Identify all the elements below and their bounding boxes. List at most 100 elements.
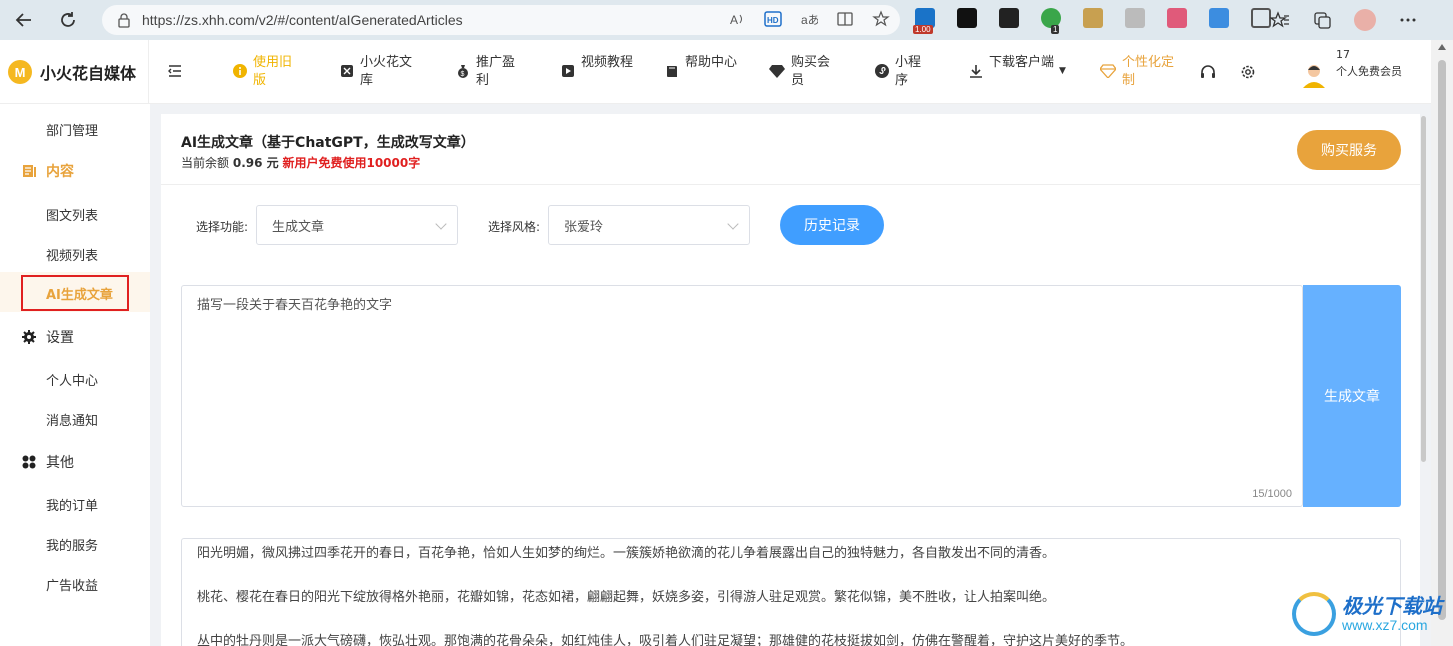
document-icon [23,165,36,177]
address-bar[interactable]: https://zs.xhh.com/v2/#/content/aIGenera… [102,5,900,35]
sidebar-item-ad-revenue[interactable]: 广告收益 [46,575,98,594]
sidebar-item-notifications[interactable]: 消息通知 [46,410,98,429]
sidebar-item-department[interactable]: 部门管理 [46,120,98,139]
nav-video-tutorial[interactable]: 视频教程 [561,54,637,78]
split-screen-icon[interactable] [836,10,854,28]
favorites-icon[interactable] [1270,10,1290,30]
page-scroll-thumb[interactable] [1438,60,1446,620]
result-paragraph: 阳光明媚，微风拂过四季花开的春日，百花争艳，恰如人生如梦的绚烂。一簇簇娇艳欲滴的… [197,546,1056,561]
nav-old-version[interactable]: 使用旧版 [233,54,297,90]
watermark-url: www.xz7.com [1342,617,1428,633]
menu-toggle-button[interactable] [168,64,182,82]
mini-program-icon [875,64,889,78]
watermark-logo-icon [1292,592,1336,636]
settings-button[interactable] [1240,64,1256,84]
back-button[interactable] [10,6,38,34]
style-select[interactable]: 张爱玲 [548,205,750,245]
style-label: 选择风格: [488,220,541,234]
read-aloud-icon[interactable]: A [728,10,746,28]
content-scroll-thumb[interactable] [1421,116,1426,462]
hd-icon[interactable]: HD [764,10,782,28]
extensions-puzzle-icon[interactable] [1251,8,1271,28]
nav-promotion[interactable]: $ 推广盈利 [456,54,520,90]
function-select[interactable]: 生成文章 [256,205,458,245]
extension-image-icon[interactable] [1083,8,1103,28]
collections-icon[interactable] [1312,10,1332,30]
customer-service-button[interactable] [1200,64,1216,84]
sidebar-group-content[interactable]: 内容 [22,161,74,181]
extension-shield-icon[interactable]: 1 [1041,8,1061,34]
sidebar-item-profile[interactable]: 个人中心 [46,370,98,389]
user-level: 个人免费会员 [1336,65,1402,78]
card-header: AI生成文章（基于ChatGPT，生成改写文章） 当前余额 0.96 元 新用户… [161,114,1420,185]
user-menu[interactable]: 17 个人免费会员 [1300,46,1416,88]
sidebar-item-orders[interactable]: 我的订单 [46,495,98,514]
content-scrollbar[interactable] [1420,114,1428,646]
nav-buy-membership[interactable]: 购买会员 [769,54,835,90]
page-title: AI生成文章（基于ChatGPT，生成改写文章） [181,135,475,151]
logo[interactable]: M 小火花自媒体 [8,60,136,84]
main-content: AI生成文章（基于ChatGPT，生成改写文章） 当前余额 0.96 元 新用户… [161,114,1420,646]
svg-text:$: $ [461,71,465,78]
library-icon [341,65,353,77]
chevron-down-icon [727,218,739,230]
chevron-down-icon: ▼ [1059,66,1066,76]
menu-fold-icon [168,65,181,77]
balance-value: 0.96 元 [232,156,279,170]
sidebar-item-articles[interactable]: 图文列表 [46,205,98,224]
reload-button[interactable] [54,6,82,34]
nav-download-client[interactable]: 下载客户端 ▼ [969,54,1066,80]
logo-text: 小火花自媒体 [40,64,137,83]
page-scrollbar[interactable] [1431,40,1453,646]
gear-icon [22,330,36,344]
scroll-up-icon[interactable] [1438,44,1446,50]
extension-owl-icon[interactable] [957,8,977,28]
nav-customization[interactable]: 个性化定制 [1100,54,1178,90]
buy-service-button[interactable]: 购买服务 [1297,130,1401,170]
arrow-left-icon [15,13,31,27]
svg-text:aあ: aあ [801,13,818,27]
extension-picture-icon[interactable] [1209,8,1229,28]
result-paragraph: 丛中的牡丹则是一派大气磅礴，恢弘壮观。那饱满的花骨朵朵，如红炖佳人，吸引着人们驻… [197,634,1134,646]
more-menu-icon[interactable] [1398,10,1418,30]
logo-mark-icon: M [8,60,32,84]
download-icon [970,65,982,78]
sidebar-item-ai-article[interactable]: AI生成文章 [21,275,129,311]
result-output[interactable]: 阳光明媚，微风拂过四季花开的春日，百花争艳，恰如人生如梦的绚烂。一簇簇娇艳欲滴的… [181,538,1401,646]
extension-tv-icon[interactable] [1167,8,1187,28]
nav-mini-program[interactable]: 小程序 [875,54,925,90]
promo-text: 新用户免费使用10000字 [282,156,421,170]
reload-icon [61,12,75,27]
extension-l-icon[interactable] [999,8,1019,28]
browser-profile-avatar[interactable] [1354,9,1376,31]
history-button[interactable]: 历史记录 [780,205,884,245]
nav-library[interactable]: 小火花文库 [340,54,416,90]
extension-player-icon[interactable]: 1.00 [913,8,935,34]
sidebar-item-services[interactable]: 我的服务 [46,535,98,554]
sidebar-item-videos[interactable]: 视频列表 [46,245,98,264]
gear-icon [1241,65,1255,79]
diamond-icon [769,65,785,78]
translate-icon[interactable]: aあ [800,10,818,28]
lock-icon [118,13,130,28]
favorite-add-icon[interactable] [872,10,890,28]
book-icon [667,66,677,77]
prompt-textarea[interactable]: 描写一段关于春天百花争艳的文字 15/1000 [181,285,1303,507]
sidebar: 部门管理 内容 图文列表 视频列表 AI生成文章 设置 个人中心 消息通知 其他… [0,104,150,646]
balance-info: 当前余额 0.96 元 新用户免费使用10000字 [181,156,421,170]
sidebar-group-settings[interactable]: 设置 [22,327,74,347]
header-divider [148,40,149,104]
watermark-title: 极光下载站 [1342,594,1442,618]
url-text: https://zs.xhh.com/v2/#/content/aIGenera… [142,12,463,28]
nav-help-center[interactable]: 帮助中心 [665,54,741,78]
headset-icon [1201,65,1215,78]
function-label: 选择功能: [196,220,249,234]
sidebar-group-other[interactable]: 其他 [22,452,74,472]
browser-toolbar: https://zs.xhh.com/v2/#/content/aIGenera… [0,0,1453,40]
prompt-text: 描写一段关于春天百花争艳的文字 [197,298,393,313]
money-bag-icon: $ [458,65,468,78]
generate-article-button[interactable]: 生成文章 [1303,285,1401,507]
user-id: 17 [1336,48,1350,61]
video-icon [562,65,574,77]
extension-doc-icon[interactable] [1125,8,1145,28]
